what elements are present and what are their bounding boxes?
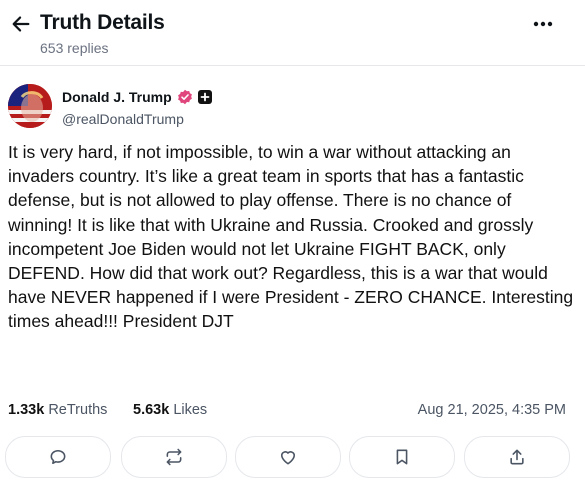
- action-bar: [5, 436, 580, 480]
- verified-badge-icon: [177, 89, 192, 105]
- retruths-label: ReTruths: [48, 402, 108, 418]
- page-header: Truth Details 653 replies: [0, 0, 585, 64]
- likes-stat[interactable]: 5.63k Likes: [133, 402, 207, 418]
- bookmark-button[interactable]: [349, 436, 455, 478]
- bookmark-icon: [396, 449, 408, 465]
- more-horizontal-icon[interactable]: [531, 13, 555, 35]
- likes-label: Likes: [173, 402, 208, 418]
- post-text: It is very hard, if not impossible, to w…: [8, 140, 578, 334]
- retruth-button[interactable]: [121, 436, 227, 478]
- arrow-left-icon[interactable]: [10, 13, 32, 35]
- header-divider: [0, 65, 585, 66]
- avatar[interactable]: [8, 84, 52, 128]
- retruths-stat[interactable]: 1.33k ReTruths: [8, 402, 107, 418]
- repost-icon: [166, 448, 182, 466]
- comment-icon: [50, 449, 66, 465]
- reply-button[interactable]: [5, 436, 111, 478]
- page-title: Truth Details: [40, 11, 165, 34]
- reply-count: 653 replies: [40, 40, 109, 56]
- likes-count: 5.63k: [133, 402, 170, 418]
- author-name-row[interactable]: Donald J. Trump: [62, 89, 212, 105]
- heart-icon: [280, 451, 296, 465]
- author-name[interactable]: Donald J. Trump: [62, 89, 172, 105]
- like-button[interactable]: [235, 436, 341, 478]
- share-button[interactable]: [464, 436, 570, 478]
- plus-badge-icon: [197, 90, 212, 104]
- author-handle[interactable]: @realDonaldTrump: [62, 111, 184, 127]
- post-author: Donald J. Trump @realDonaldTrump: [8, 84, 508, 130]
- retruths-count: 1.33k: [8, 402, 45, 418]
- share-icon: [510, 449, 524, 465]
- post-body: It is very hard, if not impossible, to w…: [8, 142, 574, 332]
- post-timestamp: Aug 21, 2025, 4:35 PM: [417, 402, 566, 418]
